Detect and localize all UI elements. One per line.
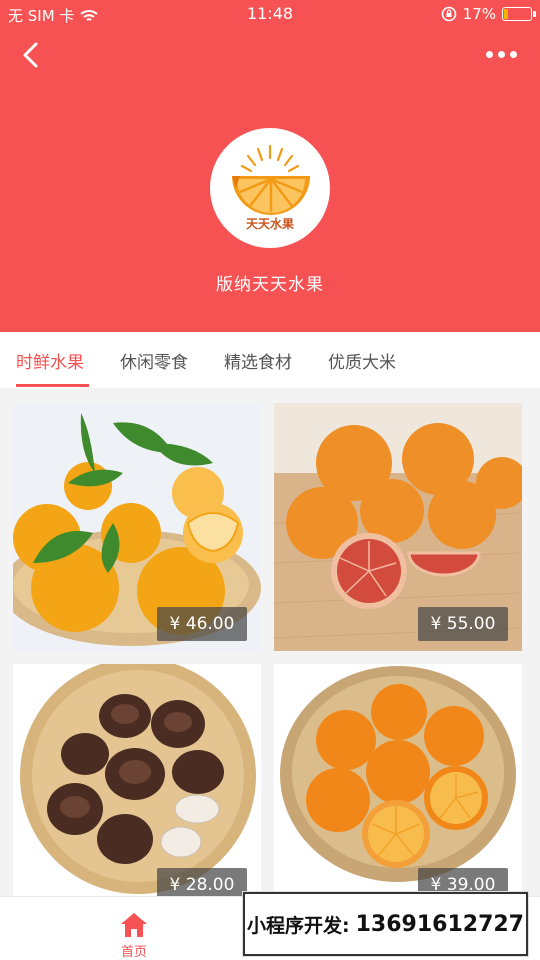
tab-fresh-fruit[interactable]: 时鲜水果	[16, 348, 84, 373]
product-price: ¥ 55.00	[418, 607, 508, 641]
banner-phone: 13691612727	[355, 911, 524, 937]
product-card[interactable]: ¥ 46.00	[13, 403, 261, 651]
developer-contact-banner: 小程序开发: 13691612727	[243, 892, 528, 956]
shop-logo: 天天水果	[210, 128, 330, 248]
tab-snacks[interactable]: 休闲零食	[120, 348, 188, 373]
product-card[interactable]: ¥ 28.00	[13, 664, 261, 912]
shop-name: 版纳天天水果	[216, 275, 324, 295]
rotation-lock-icon	[441, 6, 456, 22]
product-card[interactable]: ¥ 55.00	[274, 403, 522, 651]
product-price: ¥ 46.00	[157, 607, 247, 641]
logo-text: 天天水果	[246, 216, 294, 231]
product-card[interactable]: ¥ 39.00	[274, 664, 522, 912]
tab-ingredients[interactable]: 精选食材	[224, 348, 292, 373]
home-icon	[121, 913, 147, 937]
battery-icon	[502, 7, 536, 21]
nav-home[interactable]: 首页	[104, 903, 164, 960]
status-bar: 无 SIM 卡 11:48 17%	[0, 0, 540, 28]
more-options-icon[interactable]	[486, 44, 520, 64]
shop-header: 天天水果 版纳天天水果	[0, 0, 540, 332]
back-icon[interactable]	[16, 38, 46, 72]
banner-prefix: 小程序开发:	[247, 914, 350, 937]
battery-percent: 17%	[462, 5, 496, 23]
active-tab-indicator	[16, 384, 89, 387]
shop-home-screen: 天天水果 版纳天天水果 无 SIM 卡 11:48 17% 时鲜水果 休闲零食 …	[0, 0, 540, 960]
category-tabs: 时鲜水果 休闲零食 精选食材 优质大米	[0, 332, 540, 388]
tab-rice[interactable]: 优质大米	[328, 348, 396, 373]
nav-home-label: 首页	[120, 945, 147, 960]
